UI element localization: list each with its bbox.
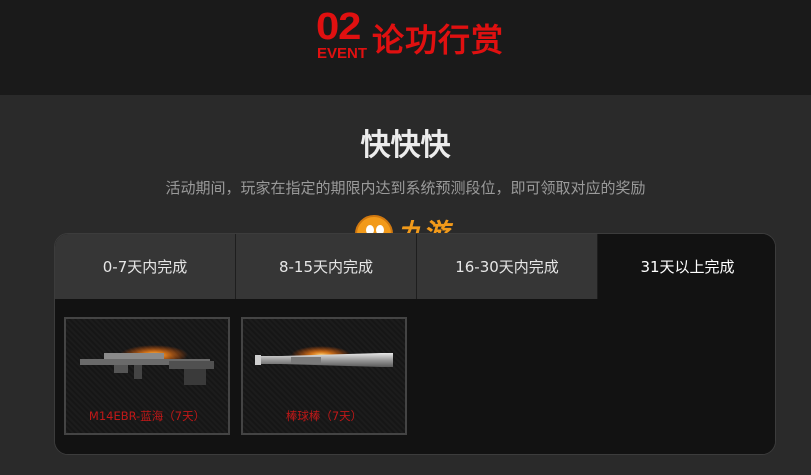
event-banner: 02 EVENT 论功行赏 (0, 0, 811, 95)
reward-item-bat[interactable]: 棒球棒（7天） (241, 317, 407, 435)
tab-8-15-days[interactable]: 8-15天内完成 (236, 234, 417, 299)
reward-item-rifle[interactable]: M14EBR-蓝海（7天） (64, 317, 230, 435)
tab-31-plus-days[interactable]: 31天以上完成 (598, 234, 775, 299)
tab-label: 31天以上完成 (640, 258, 735, 276)
tab-16-30-days[interactable]: 16-30天内完成 (417, 234, 598, 299)
tab-bar: 0-7天内完成 8-15天内完成 16-30天内完成 31天以上完成 (55, 234, 775, 299)
reward-panel: 0-7天内完成 8-15天内完成 16-30天内完成 31天以上完成 M14EB… (54, 233, 776, 455)
baseball-bat-icon (255, 346, 393, 367)
tab-label: 8-15天内完成 (278, 258, 374, 276)
tab-label: 16-30天内完成 (455, 258, 559, 276)
event-logo-number: 02 (316, 6, 361, 48)
tab-label: 0-7天内完成 (102, 258, 188, 276)
reward-list: M14EBR-蓝海（7天） 棒球棒（7天） (55, 299, 775, 454)
event-logo-word: EVENT (317, 45, 368, 62)
reward-label: M14EBR-蓝海（7天） (88, 409, 206, 423)
event-logo: 02 EVENT (316, 6, 368, 70)
event-title: 论功行赏 (372, 21, 505, 59)
tab-0-7-days[interactable]: 0-7天内完成 (55, 234, 236, 299)
rifle-icon (80, 345, 214, 385)
section-description: 活动期间，玩家在指定的期限内达到系统预测段位，即可领取对应的奖励 (165, 179, 646, 197)
section-heading: 快快快 (360, 128, 451, 163)
reward-label: 棒球棒（7天） (285, 409, 363, 423)
